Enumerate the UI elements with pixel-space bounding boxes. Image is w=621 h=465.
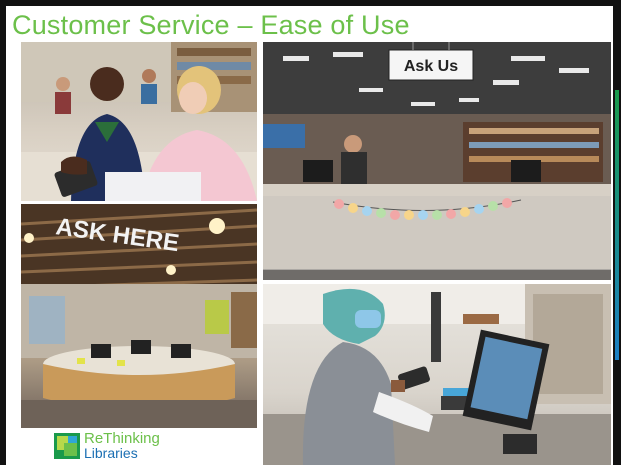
photo-ask-here-desk: ASK HERE: [21, 204, 257, 428]
photo-2-illustration: Ask Us: [263, 42, 611, 280]
photo-help-desk-closeup: [21, 42, 257, 201]
logo-mark-icon: [54, 433, 80, 459]
photo-3-illustration: ASK HERE: [21, 204, 257, 428]
rethinking-libraries-logo: ReThinking Libraries: [54, 431, 204, 461]
slide-title: Customer Service – Ease of Use: [12, 10, 410, 40]
ask-us-sign-text: Ask Us: [404, 58, 458, 75]
slide: Customer Service – Ease of Use Ask Us AS…: [0, 0, 621, 465]
accent-stripe: [615, 90, 619, 360]
photo-self-checkout: [263, 284, 611, 465]
photo-ask-us-desk: Ask Us: [263, 42, 611, 280]
photo-1-illustration: [21, 42, 257, 201]
logo-text-line2: Libraries: [84, 445, 138, 461]
top-border: [0, 0, 621, 6]
photo-4-illustration: [263, 284, 611, 465]
left-border: [0, 6, 6, 465]
